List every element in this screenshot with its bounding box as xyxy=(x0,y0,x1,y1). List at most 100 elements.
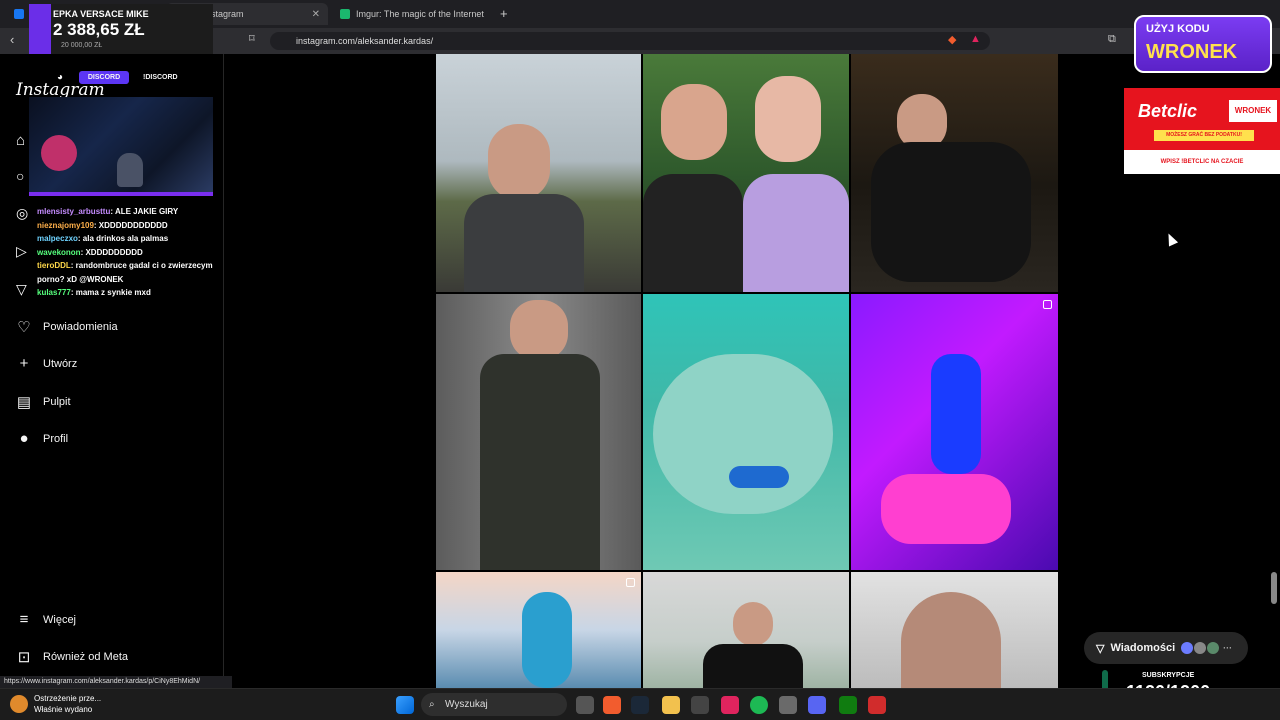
post-thumbnail[interactable] xyxy=(643,54,849,292)
discord-banner: ◕ DISCORD !DISCORD xyxy=(49,71,199,85)
task-view-icon[interactable] xyxy=(576,696,594,714)
page-scrollbar[interactable] xyxy=(1271,572,1277,604)
brave-shield-icon[interactable]: ◆ xyxy=(948,33,956,46)
spotify-icon[interactable] xyxy=(750,696,768,714)
post-thumbnail[interactable] xyxy=(436,294,641,570)
nav-create[interactable]: + Utwórz xyxy=(14,355,78,372)
post-subject xyxy=(931,354,981,474)
url-field[interactable]: instagram.com/aleksander.kardas/ xyxy=(270,32,990,50)
chat-text: : XDDDDDDDDDDD xyxy=(93,220,168,230)
chat-user: malpeczxo xyxy=(37,234,78,243)
post-subject xyxy=(488,124,550,200)
betclic-instruction: WPISZ !BETCLIC NA CZACIE xyxy=(1124,150,1280,174)
chat-text: : ALE JAKIE GIRY xyxy=(110,207,179,216)
explore-icon[interactable]: ◎ xyxy=(16,205,28,222)
post-thumbnail[interactable] xyxy=(643,572,849,688)
brave-icon[interactable] xyxy=(603,696,621,714)
post-subject-body xyxy=(881,474,1011,544)
chat-line: tieroDDL: randombruce gadal ci o zwierze… xyxy=(37,259,227,286)
chat-text: : ala drinkos ala palmas xyxy=(77,234,169,243)
new-tab-icon[interactable]: + xyxy=(500,6,508,21)
more-icon: ··· xyxy=(1223,643,1233,653)
heart-icon: ♡ xyxy=(17,319,31,336)
webcam-overlay xyxy=(29,97,213,196)
post-subject-body xyxy=(703,644,803,688)
post-subject xyxy=(901,592,1001,688)
chat-user: wavekonon xyxy=(37,247,81,257)
bookmark-icon[interactable]: ⌑ xyxy=(249,32,255,45)
notification-subtitle: Właśnie wydano xyxy=(34,705,93,714)
betclic-logo: Betclic xyxy=(1138,101,1198,121)
donor-name: EPKA VERSACE MIKE xyxy=(53,9,149,19)
post-thumbnail[interactable] xyxy=(851,294,1058,570)
meta-icon: ⊡ xyxy=(17,649,31,666)
app-icon[interactable] xyxy=(868,696,886,714)
nav-more[interactable]: ≡ Więcej xyxy=(14,611,76,628)
nav-also-from-meta[interactable]: ⊡ Również od Meta xyxy=(14,648,128,666)
post-thumbnail[interactable] xyxy=(436,572,641,688)
post-thumbnail[interactable] xyxy=(436,54,641,292)
webcam-accent xyxy=(29,192,213,196)
post-thumbnail[interactable] xyxy=(851,54,1058,292)
post-subject-body xyxy=(480,354,600,570)
messages-pill[interactable]: ▽ Wiadomości ··· xyxy=(1084,632,1248,664)
reels-icon[interactable]: ▷ xyxy=(16,243,27,260)
chat-user: tieroDDL xyxy=(37,261,71,270)
nav-label: Również od Meta xyxy=(43,651,128,663)
multiple-photos-icon xyxy=(1043,300,1052,309)
post-subject xyxy=(510,300,568,360)
app-icon[interactable] xyxy=(691,696,709,714)
nav-dashboard[interactable]: ▤ Pulpit xyxy=(14,393,71,411)
back-icon[interactable]: ‹ xyxy=(10,32,14,47)
notification-title: Ostrzeżenie prze... xyxy=(34,694,102,703)
post-subject-body xyxy=(871,142,1031,282)
settings-icon[interactable] xyxy=(779,696,797,714)
url-text: instagram.com/aleksander.kardas/ xyxy=(296,36,434,46)
discord-icon: ◕ xyxy=(57,72,64,83)
chat-text: : mama z synkie mxd xyxy=(70,288,151,297)
profile-posts-grid xyxy=(436,54,1058,688)
betclic-code: WRONEK xyxy=(1229,100,1277,122)
post-subject xyxy=(755,76,821,162)
donation-accent xyxy=(29,4,51,54)
tab-imgur[interactable]: Imgur: The magic of the Internet xyxy=(332,3,496,25)
streamer-figure xyxy=(117,153,143,187)
nav-profile[interactable]: ● Profil xyxy=(14,430,68,447)
discord-icon[interactable] xyxy=(808,696,826,714)
steam-icon[interactable] xyxy=(631,696,649,714)
chat-user: mlensisty_arbusttu xyxy=(37,207,111,216)
nav-label: Więcej xyxy=(43,613,77,626)
avatar xyxy=(1194,642,1207,654)
mouse-cursor-icon xyxy=(1163,231,1179,247)
messages-nav-icon[interactable]: ▽ xyxy=(16,281,27,298)
post-subject xyxy=(661,84,727,160)
rewards-icon[interactable]: ▲ xyxy=(970,33,981,45)
search-icon[interactable]: ○ xyxy=(16,168,24,184)
post-thumbnail[interactable] xyxy=(851,572,1058,688)
dashboard-icon: ▤ xyxy=(16,394,32,411)
donation-amount: 2 388,65 ZŁ xyxy=(53,20,145,39)
donation-goal: 20 000,00 ZŁ xyxy=(61,42,103,49)
tab-label: Imgur: The magic of the Internet xyxy=(356,9,484,19)
discord-label: DISCORD xyxy=(79,71,129,84)
betclic-ad: Betclic WRONEK MOŻESZ GRAĆ BEZ PODATKU! … xyxy=(1124,88,1280,174)
betclic-tagline: MOŻESZ GRAĆ BEZ PODATKU! xyxy=(1154,130,1254,141)
close-tab-icon[interactable]: ✕ xyxy=(312,9,320,20)
file-explorer-icon[interactable] xyxy=(662,696,680,714)
chat-line: nieznajomy109: XDDDDDDDDDDD xyxy=(37,219,227,233)
windows-start-icon[interactable] xyxy=(396,696,414,714)
promo-line1: UŻYJ KODU xyxy=(1146,23,1210,35)
imgur-icon xyxy=(340,9,350,19)
multiple-photos-icon xyxy=(626,578,635,587)
taskbar-search[interactable]: ⌕ Wyszukaj xyxy=(421,693,567,716)
plus-icon: + xyxy=(19,355,29,372)
home-icon[interactable]: ⌂ xyxy=(16,132,25,149)
xbox-icon[interactable] xyxy=(839,696,857,714)
nav-notifications[interactable]: ♡ Powiadomienia xyxy=(14,318,117,336)
warning-icon xyxy=(10,695,28,713)
subs-label: SUBSKRYPCJE xyxy=(1142,672,1195,679)
extensions-icon[interactable]: ⧉ xyxy=(1108,33,1116,46)
app-icon[interactable] xyxy=(721,696,739,714)
chat-line: wavekonon: XDDDDDDDDD xyxy=(37,246,227,260)
post-thumbnail[interactable] xyxy=(643,294,849,570)
